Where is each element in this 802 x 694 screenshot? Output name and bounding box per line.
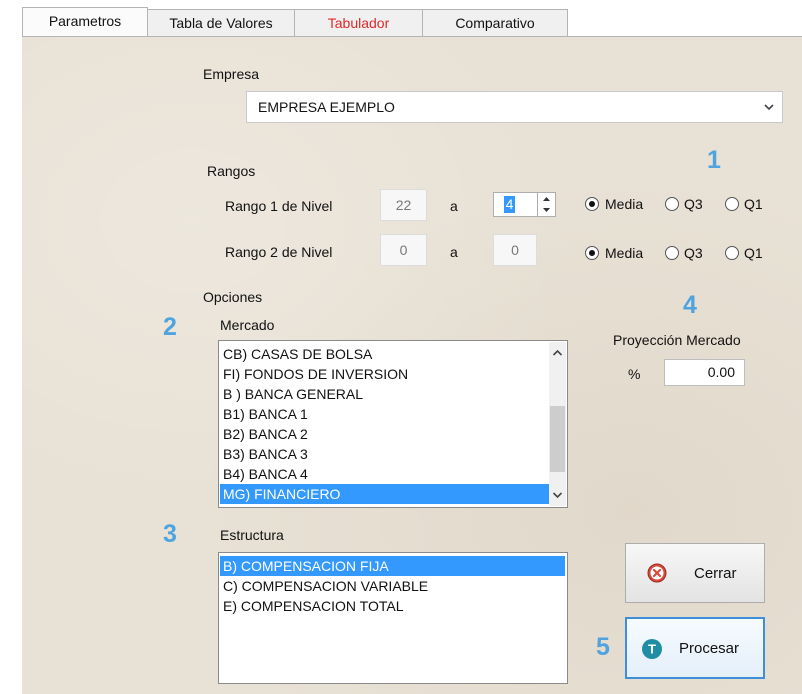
rangos-label: Rangos	[207, 163, 256, 179]
left-margin	[0, 0, 22, 694]
rango1-radio-media-label: Media	[605, 196, 644, 212]
list-item-selected[interactable]: MG) FINANCIERO	[220, 484, 549, 504]
tab-comparativo[interactable]: Comparativo	[422, 9, 568, 36]
proyeccion-unit: %	[628, 366, 641, 382]
tab-tabulador[interactable]: Tabulador	[294, 9, 423, 36]
stepper-buttons	[537, 193, 555, 216]
list-item-selected[interactable]: B) COMPENSACION FIJA	[220, 556, 565, 576]
rango2-radio-media[interactable]	[585, 246, 599, 260]
rango1-radio-q3-label: Q3	[684, 196, 703, 212]
empresa-selected-value: EMPRESA EJEMPLO	[258, 99, 395, 115]
stepper-down-icon[interactable]	[538, 205, 555, 216]
marker-1: 1	[707, 146, 721, 174]
rango1-to-stepper[interactable]: 4	[493, 192, 556, 217]
rango1-to-value: 4	[504, 196, 515, 213]
tab-label: Tabla de Valores	[169, 15, 273, 31]
marker-4: 4	[683, 291, 697, 319]
scroll-up-icon[interactable]	[550, 348, 565, 358]
scrollbar-thumb[interactable]	[550, 406, 565, 472]
rango2-radio-q3[interactable]	[665, 246, 679, 260]
rango1-label: Rango 1 de Nivel	[225, 198, 333, 214]
rango1-radio-media[interactable]	[585, 197, 599, 211]
tab-label: Parametros	[48, 13, 122, 29]
rango1-radio-q3[interactable]	[665, 197, 679, 211]
list-item[interactable]: B4) BANCA 4	[223, 464, 308, 484]
procesar-button[interactable]: T Procesar	[625, 617, 765, 679]
rango2-from-field[interactable]: 0	[380, 234, 427, 266]
cerrar-button-label: Cerrar	[694, 565, 737, 582]
estructura-label: Estructura	[220, 527, 284, 543]
procesar-button-label: Procesar	[679, 640, 740, 657]
rango2-radio-q1-label: Q1	[744, 245, 763, 261]
proyeccion-label: Proyección Mercado	[613, 332, 741, 348]
list-item[interactable]: C) COMPENSACION VARIABLE	[223, 576, 428, 596]
rango2-radio-q3-label: Q3	[684, 245, 703, 261]
rango1-radio-q1[interactable]	[725, 197, 739, 211]
list-item[interactable]: B3) BANCA 3	[223, 444, 308, 464]
list-item[interactable]: E) COMPENSACION TOTAL	[223, 596, 403, 616]
marker-3: 3	[163, 520, 177, 548]
rango2-label: Rango 2 de Nivel	[225, 244, 333, 260]
rango2-sep: a	[450, 244, 458, 260]
rango1-from-field[interactable]: 22	[380, 189, 427, 221]
t-circle-icon: T	[642, 639, 662, 659]
tab-tabla-de-valores[interactable]: Tabla de Valores	[147, 9, 295, 36]
chevron-down-icon	[764, 104, 774, 111]
empresa-select[interactable]: EMPRESA EJEMPLO	[246, 91, 783, 123]
stepper-up-icon[interactable]	[538, 193, 555, 204]
proyeccion-field[interactable]: 0.00	[664, 359, 745, 386]
list-item[interactable]: CB) CASAS DE BOLSA	[223, 344, 372, 364]
tab-parametros[interactable]: Parametros	[22, 7, 148, 37]
list-item[interactable]: FI) FONDOS DE INVERSION	[223, 364, 408, 384]
rango2-radio-media-label: Media	[605, 245, 644, 261]
scroll-down-icon[interactable]	[550, 490, 565, 500]
marker-5: 5	[596, 633, 610, 661]
close-circle-icon	[647, 563, 667, 583]
rango1-sep: a	[450, 198, 458, 214]
rango1-radio-q1-label: Q1	[744, 196, 763, 212]
empresa-label: Empresa	[203, 66, 260, 82]
list-item[interactable]: B ) BANCA GENERAL	[223, 384, 363, 404]
list-item[interactable]: B2) BANCA 2	[223, 424, 308, 444]
estructura-listbox[interactable]: B) COMPENSACION FIJA C) COMPENSACION VAR…	[218, 552, 568, 684]
icon-letter: T	[648, 642, 656, 657]
mercado-listbox[interactable]: CB) CASAS DE BOLSA FI) FONDOS DE INVERSI…	[218, 340, 568, 508]
list-item[interactable]: B1) BANCA 1	[223, 404, 308, 424]
opciones-label: Opciones	[203, 289, 263, 305]
rango2-to-field[interactable]: 0	[493, 234, 537, 266]
tab-label: Tabulador	[327, 15, 390, 31]
mercado-scrollbar[interactable]	[549, 342, 566, 506]
mercado-label: Mercado	[220, 317, 275, 333]
marker-2: 2	[163, 313, 177, 341]
tab-label: Comparativo	[455, 15, 535, 31]
rango2-radio-q1[interactable]	[725, 246, 739, 260]
cerrar-button[interactable]: Cerrar	[625, 543, 765, 603]
